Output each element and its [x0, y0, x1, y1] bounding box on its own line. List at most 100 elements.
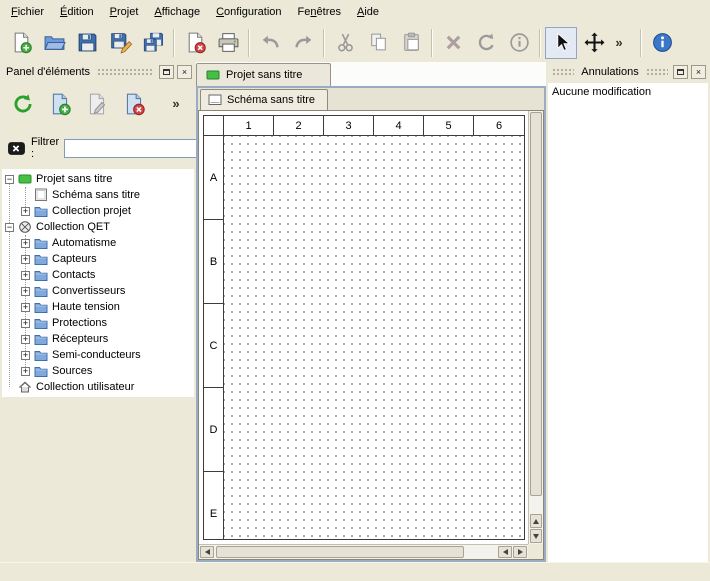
collapse-toggle-icon[interactable]: −	[5, 175, 14, 184]
tree-item-schema-sans-titre[interactable]: Schéma sans titre	[2, 187, 194, 203]
undo-panel-titlebar[interactable]: Annulations ×	[548, 63, 708, 81]
float-elements-panel-button[interactable]	[159, 65, 174, 79]
expand-toggle-icon[interactable]: +	[21, 255, 30, 264]
folder-icon	[34, 236, 48, 250]
tree-item-collection-utilisateur[interactable]: Collection utilisateur	[2, 379, 194, 395]
elements-toolbar-overflow-button[interactable]: »	[168, 89, 184, 119]
filter-input[interactable]	[64, 139, 214, 158]
reload-collections-button[interactable]	[8, 89, 38, 119]
column-header-6: 6	[474, 116, 524, 136]
undo-icon	[259, 31, 282, 54]
close-icon: ×	[696, 68, 701, 77]
elements-panel-title: Panel d'éléments	[4, 66, 92, 78]
chevron-right-icon: »	[615, 35, 622, 50]
close-undo-panel-button[interactable]: ×	[691, 65, 706, 79]
expand-toggle-icon[interactable]: +	[21, 351, 30, 360]
scroll-up-button[interactable]	[530, 514, 542, 528]
print-button[interactable]	[212, 27, 244, 59]
tree-item-sources[interactable]: +Sources	[2, 363, 194, 379]
undo-panel: Annulations × Aucune modification	[548, 63, 708, 562]
hscroll-thumb[interactable]	[216, 546, 464, 558]
scroll-left-button[interactable]	[200, 546, 214, 558]
tree-item-convertisseurs[interactable]: +Convertisseurs	[2, 283, 194, 299]
menu-projet[interactable]: Projet	[102, 2, 147, 22]
select-mode-button[interactable]	[545, 27, 577, 59]
cut-button[interactable]	[329, 27, 361, 59]
expand-toggle-icon[interactable]: +	[21, 287, 30, 296]
collapse-toggle-icon[interactable]: −	[5, 223, 14, 232]
edit-element-button[interactable]	[82, 89, 112, 119]
scroll-down-button[interactable]	[530, 529, 542, 543]
undo-history-list[interactable]: Aucune modification	[548, 83, 708, 562]
move-mode-button[interactable]	[578, 27, 610, 59]
scroll-left-button-2[interactable]	[498, 546, 512, 558]
open-document-button[interactable]	[38, 27, 70, 59]
menu-configuration[interactable]: Configuration	[208, 2, 289, 22]
menu-edition[interactable]: Édition	[52, 2, 102, 22]
save-button[interactable]	[71, 27, 103, 59]
save-all-button[interactable]	[137, 27, 169, 59]
new-element-button[interactable]	[45, 89, 75, 119]
new-document-button[interactable]	[5, 27, 37, 59]
folder-icon	[34, 300, 48, 314]
vscroll-thumb[interactable]	[530, 112, 542, 496]
menu-fenetres[interactable]: Fenêtres	[290, 2, 349, 22]
schema-grid-canvas[interactable]	[224, 136, 524, 539]
vertical-scrollbar[interactable]	[528, 111, 543, 544]
tree-item-protections[interactable]: + Protections	[2, 315, 194, 331]
about-button[interactable]	[646, 27, 678, 59]
undo-panel-title: Annulations	[579, 66, 641, 78]
expand-toggle-icon[interactable]: +	[21, 319, 30, 328]
toolbar-overflow-button[interactable]: »	[611, 28, 627, 58]
rotate-button[interactable]	[470, 27, 502, 59]
tree-item-haute-tension[interactable]: +Haute tension	[2, 299, 194, 315]
close-document-button[interactable]	[179, 27, 211, 59]
scroll-right-button[interactable]	[513, 546, 527, 558]
copy-button[interactable]	[362, 27, 394, 59]
schema-icon	[34, 188, 48, 202]
menu-fichier[interactable]: Fichier	[3, 2, 52, 22]
expand-toggle-icon[interactable]: +	[21, 303, 30, 312]
tree-item-collection-qet[interactable]: −Collection QET	[2, 219, 194, 235]
menu-aide[interactable]: Aide	[349, 2, 387, 22]
info-button[interactable]	[503, 27, 535, 59]
qelectrotech-window: FichierÉditionProjetAffichageConfigurati…	[0, 0, 710, 581]
paste-button[interactable]	[395, 27, 427, 59]
schema-tab-label: Schéma sans titre	[227, 94, 315, 106]
save-as-button[interactable]	[104, 27, 136, 59]
save-as-icon	[109, 31, 132, 54]
float-undo-panel-button[interactable]	[673, 65, 688, 79]
tree-item-automatisme[interactable]: + Automatisme	[2, 235, 194, 251]
paste-icon	[400, 31, 423, 54]
scrollbar-corner	[528, 544, 543, 559]
tree-item-recepteurs[interactable]: +Récepteurs	[2, 331, 194, 347]
delete-element-button[interactable]	[119, 89, 149, 119]
tree-item-capteurs[interactable]: +Capteurs	[2, 251, 194, 267]
expand-toggle-icon[interactable]: +	[21, 367, 30, 376]
menu-bar: FichierÉditionProjetAffichageConfigurati…	[0, 0, 710, 23]
expand-toggle-icon[interactable]: +	[21, 271, 30, 280]
expand-toggle-icon[interactable]: +	[21, 207, 30, 216]
expand-toggle-icon[interactable]: +	[21, 335, 30, 344]
tree-item-semi-conducteurs[interactable]: +Semi-conducteurs	[2, 347, 194, 363]
clear-filter-icon[interactable]	[7, 139, 26, 158]
tree-item-contacts[interactable]: +Contacts	[2, 267, 194, 283]
column-header-2: 2	[274, 116, 324, 136]
project-tab-label: Projet sans titre	[226, 69, 302, 81]
tree-item-projet-sans-titre[interactable]: −Projet sans titre	[2, 171, 194, 187]
tab-schema[interactable]: Schéma sans titre	[200, 89, 328, 110]
tree-item-collection-projet[interactable]: +Collection projet	[2, 203, 194, 219]
menu-affichage[interactable]: Affichage	[146, 2, 208, 22]
delete-button[interactable]	[437, 27, 469, 59]
redo-button[interactable]	[287, 27, 319, 59]
tab-project[interactable]: Projet sans titre	[196, 63, 331, 86]
horizontal-scrollbar[interactable]	[199, 544, 528, 559]
close-document-icon	[184, 31, 207, 54]
close-elements-panel-button[interactable]: ×	[177, 65, 192, 79]
toolbar-separator	[431, 29, 433, 57]
elements-panel-titlebar[interactable]: Panel d'éléments ×	[2, 63, 194, 81]
expand-toggle-icon[interactable]: +	[21, 239, 30, 248]
undo-button[interactable]	[254, 27, 286, 59]
tree-item-label: Protections	[52, 317, 107, 329]
tree-item-label: Automatisme	[52, 237, 116, 249]
